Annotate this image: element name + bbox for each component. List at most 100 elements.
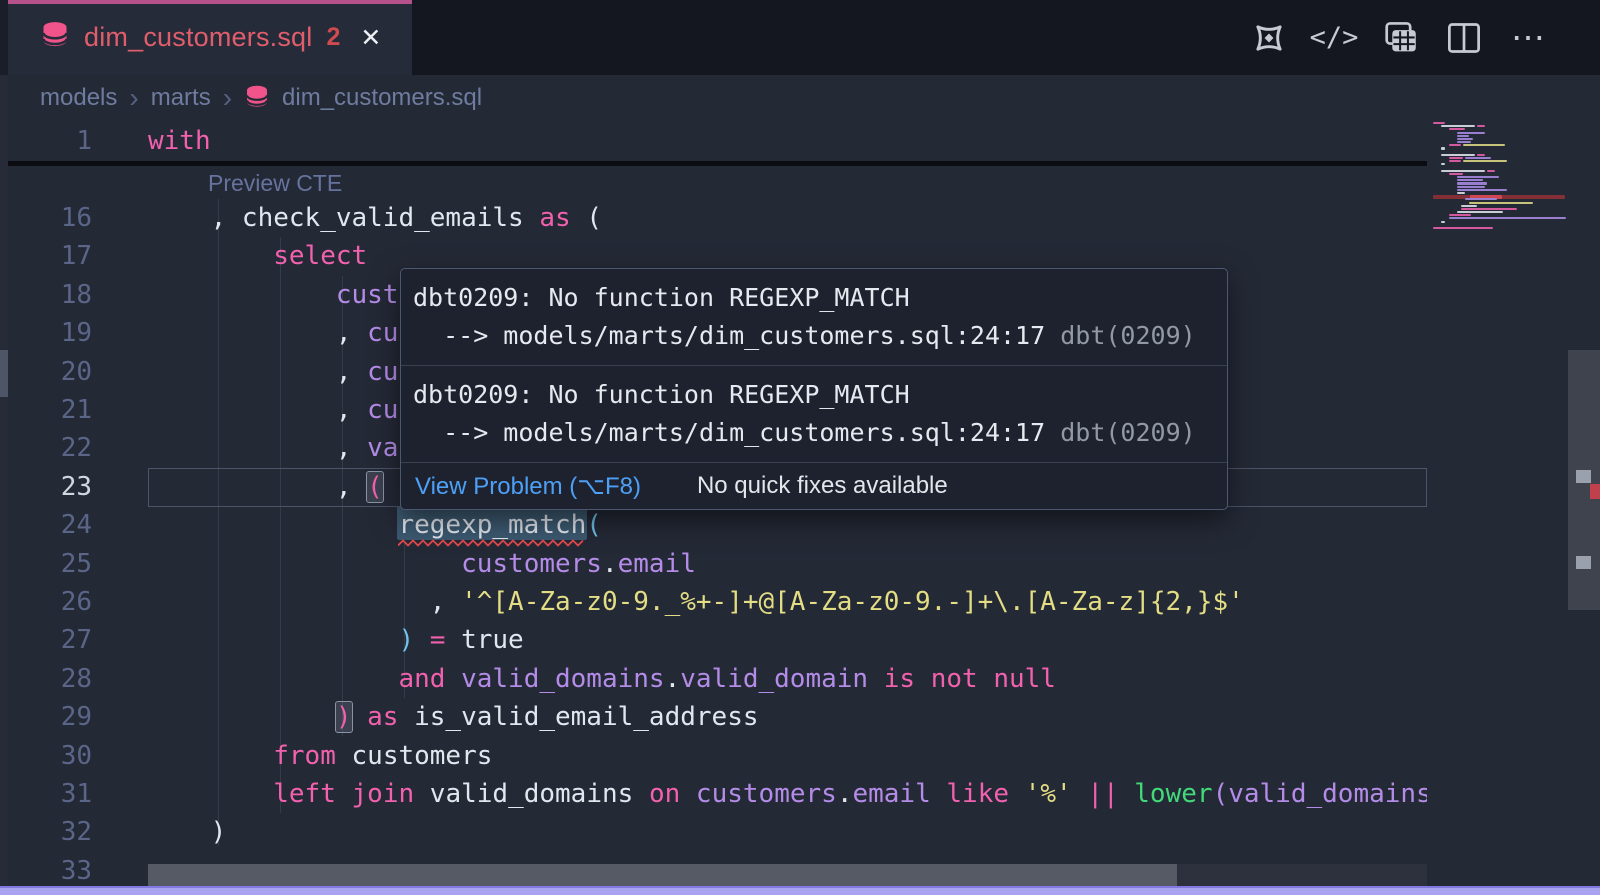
minimap-line: [1441, 163, 1445, 165]
code-text: regexp_match(: [148, 506, 602, 545]
code-line[interactable]: 27 ) = true: [8, 621, 1427, 660]
vertical-scrollbar[interactable]: [1568, 120, 1600, 895]
line-number[interactable]: 24: [8, 506, 92, 545]
line-number[interactable]: 1: [8, 122, 92, 161]
line-number[interactable]: 21: [8, 391, 92, 430]
code-text: ): [148, 813, 226, 852]
problem-message: dbt0209: No function REGEXP_MATCH: [413, 376, 1215, 414]
minimap-line: [1449, 157, 1463, 159]
code-text: from customers: [148, 737, 492, 776]
code-text: , '^[A-Za-z0-9._%+-]+@[A-Za-z0-9.-]+\.[A…: [148, 583, 1244, 622]
chevron-right-icon: ›: [223, 88, 232, 108]
breadcrumb-models[interactable]: models: [40, 84, 117, 112]
editor-window: dim_customers.sql 2 ✕ </>: [0, 0, 1600, 895]
codelens-preview-cte[interactable]: Preview CTE: [208, 170, 342, 197]
code-line[interactable]: 30 from customers: [8, 737, 1427, 776]
line-number[interactable]: 29: [8, 698, 92, 737]
problem-location: --> models/marts/dim_customers.sql:24:17…: [413, 414, 1215, 452]
code-text: ) as is_valid_email_address: [148, 698, 759, 737]
minimap-line: [1457, 135, 1469, 137]
minimap-line: [1487, 170, 1495, 172]
query-results-table-icon[interactable]: [1380, 19, 1418, 57]
minimap-line: [1477, 125, 1485, 127]
code-line[interactable]: 16 , check_valid_emails as (: [8, 199, 1427, 238]
overview-ruler-marker: [1576, 470, 1591, 483]
code-line[interactable]: 31 left join valid_domains on customers.…: [8, 775, 1427, 814]
minimap-line: [1457, 138, 1473, 140]
overview-ruler-marker: [1576, 556, 1591, 569]
minimap-line: [1463, 144, 1505, 146]
line-number[interactable]: 31: [8, 775, 92, 814]
code-text: , cu: [148, 314, 398, 353]
line-number[interactable]: 25: [8, 545, 92, 584]
problem-entry: dbt0209: No function REGEXP_MATCH --> mo…: [401, 269, 1227, 366]
horizontal-scrollbar-slider[interactable]: [148, 864, 1177, 888]
minimap-line: [1449, 128, 1465, 130]
overview-ruler-error-marker: [1590, 484, 1600, 499]
code-text: cust: [148, 276, 398, 315]
line-number[interactable]: 32: [8, 813, 92, 852]
minimap-line: [1441, 125, 1475, 127]
code-line[interactable]: 25 customers.email: [8, 545, 1427, 584]
line-number[interactable]: 33: [8, 852, 92, 891]
minimap-line: [1461, 205, 1477, 207]
code-text: left join valid_domains on customers.ema…: [148, 775, 1427, 814]
code-view-icon[interactable]: </>: [1315, 19, 1353, 57]
tab-close-icon[interactable]: ✕: [360, 23, 381, 53]
code-line[interactable]: 26 , '^[A-Za-z0-9._%+-]+@[A-Za-z0-9.-]+\…: [8, 583, 1427, 622]
line-number[interactable]: 17: [8, 237, 92, 276]
minimap-line: [1441, 221, 1445, 223]
line-number[interactable]: 20: [8, 353, 92, 392]
tooltip-footer: View Problem (⌥F8) No quick fixes availa…: [401, 463, 1227, 509]
minimap-line: [1441, 170, 1485, 172]
minimap-line: [1463, 160, 1507, 162]
problem-location: --> models/marts/dim_customers.sql:24:17…: [413, 317, 1215, 355]
code-line[interactable]: 29 ) as is_valid_email_address: [8, 698, 1427, 737]
line-number[interactable]: 18: [8, 276, 92, 315]
minimap-line: [1433, 227, 1493, 229]
editor-actions: </> ⋯: [1250, 0, 1548, 75]
code-text: , check_valid_emails as (: [148, 199, 602, 238]
code-text: customers.email: [148, 545, 696, 584]
line-number[interactable]: 28: [8, 660, 92, 699]
view-problem-link[interactable]: View Problem (⌥F8): [415, 472, 641, 501]
line-number[interactable]: 23: [8, 468, 92, 507]
line-number[interactable]: 27: [8, 621, 92, 660]
active-tab[interactable]: dim_customers.sql 2 ✕: [8, 0, 412, 75]
code-line[interactable]: 24 regexp_match(: [8, 506, 1427, 545]
more-actions-icon[interactable]: ⋯: [1510, 19, 1548, 57]
minimap-line: [1457, 192, 1465, 194]
minimap-line: [1465, 157, 1491, 159]
minimap-line: [1449, 173, 1463, 175]
line-number[interactable]: 30: [8, 737, 92, 776]
horizontal-scrollbar[interactable]: [148, 864, 1427, 888]
line-number[interactable]: 16: [8, 199, 92, 238]
minimap-line: [1457, 141, 1471, 143]
code-line[interactable]: 28 and valid_domains.valid_domain is not…: [8, 660, 1427, 699]
breadcrumb-file[interactable]: dim_customers.sql: [282, 84, 482, 112]
minimap-line: [1465, 198, 1497, 200]
tab-problems-badge: 2: [326, 23, 340, 52]
line-number[interactable]: 19: [8, 314, 92, 353]
problem-message: dbt0209: No function REGEXP_MATCH: [413, 279, 1215, 317]
minimap-line: [1441, 147, 1445, 149]
sticky-scroll-shadow: [8, 161, 1427, 166]
minimap[interactable]: [1427, 120, 1568, 895]
minimap-line: [1441, 154, 1475, 156]
minimap-line: [1457, 186, 1485, 188]
code-text: , (: [148, 468, 383, 507]
database-icon: [40, 21, 70, 54]
code-line[interactable]: 32 ): [8, 813, 1427, 852]
problem-code: dbt(0209): [1060, 418, 1195, 447]
split-editor-icon[interactable]: [1445, 19, 1483, 57]
code-text: , cu: [148, 353, 398, 392]
code-line[interactable]: 1with: [8, 122, 1427, 161]
problem-entry: dbt0209: No function REGEXP_MATCH --> mo…: [401, 366, 1227, 463]
breadcrumb-marts[interactable]: marts: [151, 84, 211, 112]
problem-hover-tooltip: dbt0209: No function REGEXP_MATCH --> mo…: [400, 268, 1228, 510]
code-text: , cu: [148, 391, 398, 430]
line-number[interactable]: 26: [8, 583, 92, 622]
line-number[interactable]: 22: [8, 429, 92, 468]
dbt-power-user-icon[interactable]: [1250, 19, 1288, 57]
active-tab-accent: [8, 0, 412, 4]
